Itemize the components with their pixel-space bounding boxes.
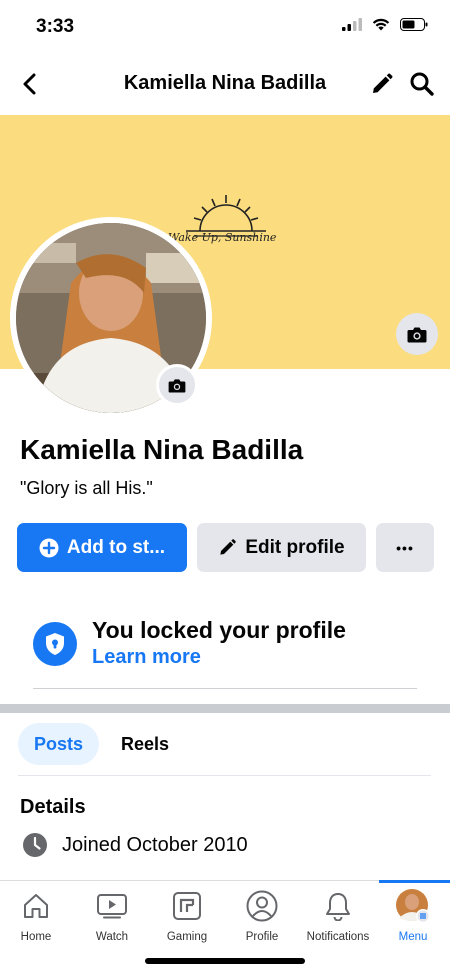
locked-profile-notice: You locked your profile Learn more bbox=[33, 612, 417, 689]
profile-name: Kamiella Nina Badilla bbox=[20, 434, 304, 465]
clock-icon bbox=[23, 833, 47, 857]
shield-lock-icon bbox=[33, 622, 77, 666]
profile-actions: Add to st... Edit profile ••• bbox=[17, 523, 434, 572]
tabbar-watch[interactable]: Watch bbox=[74, 887, 150, 951]
tabbar-notifications-label: Notifications bbox=[306, 931, 370, 943]
tab-reels[interactable]: Reels bbox=[105, 723, 185, 765]
joined-text: Joined October 2010 bbox=[62, 833, 248, 856]
learn-more-link[interactable]: Learn more bbox=[92, 646, 201, 669]
edit-profile-button[interactable]: Edit profile bbox=[197, 523, 366, 572]
tabbar-profile-label: Profile bbox=[245, 931, 279, 943]
bell-icon bbox=[326, 893, 350, 921]
camera-icon bbox=[407, 327, 427, 342]
nav-header: Kamiella Nina Badilla bbox=[0, 58, 450, 110]
status-icons bbox=[342, 18, 428, 31]
camera-icon bbox=[168, 378, 186, 393]
edit-button[interactable] bbox=[366, 68, 398, 100]
menu-avatar-icon bbox=[396, 889, 430, 923]
profile-bio: "Glory is all His." bbox=[20, 478, 153, 498]
add-to-story-label: Add to st... bbox=[66, 536, 166, 558]
pencil-icon bbox=[220, 539, 237, 555]
tabbar-gaming-label: Gaming bbox=[166, 931, 208, 943]
more-dots-icon: ••• bbox=[396, 539, 414, 556]
tabs-divider bbox=[18, 775, 431, 776]
active-tab-indicator bbox=[379, 880, 450, 883]
joined-detail: Joined October 2010 bbox=[22, 832, 248, 858]
cover-camera-button[interactable] bbox=[396, 313, 438, 355]
tabbar-home-label: Home bbox=[20, 931, 52, 943]
search-icon bbox=[410, 72, 434, 96]
tabbar-notifications[interactable]: Notifications bbox=[300, 887, 376, 951]
pencil-icon bbox=[373, 73, 393, 93]
edit-profile-label: Edit profile bbox=[245, 536, 345, 558]
tabbar-profile[interactable]: Profile bbox=[224, 887, 300, 951]
home-icon bbox=[24, 894, 48, 918]
content-tabs: Posts Reels bbox=[18, 723, 185, 765]
profile-icon bbox=[246, 890, 278, 922]
add-to-story-button[interactable]: Add to st... bbox=[17, 523, 187, 572]
details-heading: Details bbox=[20, 796, 86, 818]
section-divider bbox=[0, 704, 450, 713]
more-options-button[interactable]: ••• bbox=[376, 523, 434, 572]
watch-icon bbox=[97, 894, 127, 919]
tabbar-watch-label: Watch bbox=[95, 931, 129, 943]
tabbar-home[interactable]: Home bbox=[0, 887, 74, 951]
profile-camera-button[interactable] bbox=[156, 364, 198, 406]
locked-title: You locked your profile bbox=[92, 617, 346, 643]
tabbar-menu[interactable]: Menu bbox=[375, 887, 450, 951]
cover-caption: Wake Up, Sunshine bbox=[168, 231, 277, 244]
tabbar-gaming[interactable]: Gaming bbox=[149, 887, 225, 951]
gaming-icon bbox=[173, 892, 201, 920]
status-time: 3:33 bbox=[36, 16, 75, 37]
wifi-icon bbox=[372, 18, 390, 31]
status-bar: 3:33 bbox=[0, 0, 450, 54]
search-button[interactable] bbox=[406, 68, 438, 100]
home-indicator bbox=[145, 958, 305, 964]
signal-icon bbox=[342, 18, 362, 31]
tab-posts[interactable]: Posts bbox=[18, 723, 100, 765]
plus-circle-icon bbox=[39, 538, 59, 557]
battery-icon bbox=[400, 18, 428, 31]
tabbar-menu-label: Menu bbox=[398, 931, 428, 943]
